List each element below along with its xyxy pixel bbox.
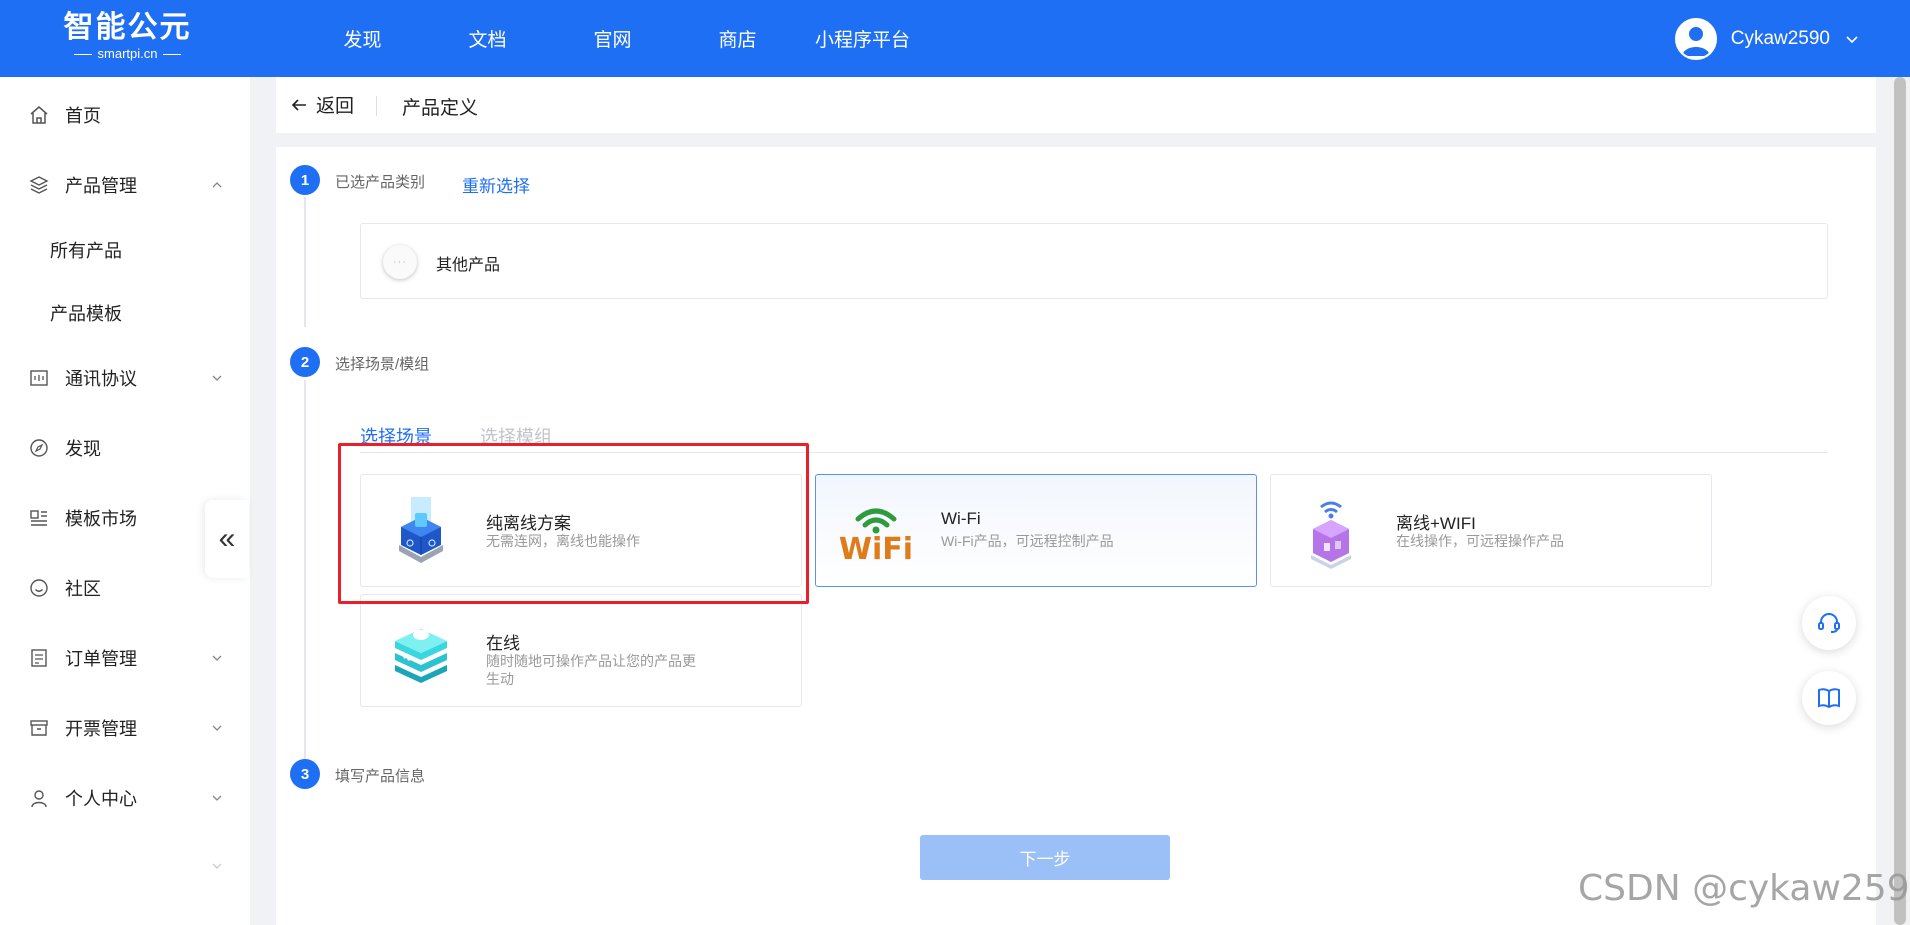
headset-icon (1818, 613, 1840, 633)
nav-docs[interactable]: 文档 (425, 0, 550, 77)
sidebar-subitem-product-templates[interactable]: 产品模板 (0, 290, 250, 336)
tab-select-module[interactable]: 选择模组 (480, 423, 552, 449)
arrow-left-icon (291, 98, 306, 111)
order-icon (28, 647, 50, 669)
sidebar-subitem-all-products[interactable]: 所有产品 (0, 227, 250, 273)
sidebar-item-label: 社区 (65, 579, 101, 599)
sidebar-item-label: 产品管理 (65, 176, 137, 196)
offline-wifi-house-icon (1311, 501, 1351, 569)
sidebar-item-product-management[interactable]: 产品管理 (0, 160, 250, 210)
reselect-link[interactable]: 重新选择 (462, 172, 530, 197)
breadcrumb-divider (376, 96, 377, 116)
logo-domain: smartpi.cn (97, 46, 158, 61)
sidebar-item-label: 订单管理 (65, 649, 137, 669)
sidebar-item-label: 首页 (65, 106, 101, 126)
sidebar-item-label: 开票管理 (65, 719, 137, 739)
customer-service-button[interactable] (1802, 596, 1856, 650)
book-icon (1818, 688, 1840, 709)
scene-description: Wi-Fi产品，可远程控制产品 (941, 533, 1114, 549)
scene-title: Wi-Fi (941, 509, 981, 528)
template-icon (28, 507, 50, 529)
scene-title: 纯离线方案 (486, 514, 571, 533)
online-stack-icon (395, 629, 447, 683)
selected-category-name: 其他产品 (436, 257, 501, 274)
sidebar-item-orders[interactable]: 订单管理 (0, 633, 250, 683)
product-definition-panel: 1 已选产品类别 重新选择 ··· 其他产品 2 选择场景/模组 选择场景 选择… (276, 147, 1876, 925)
nav-official-site[interactable]: 官网 (550, 0, 675, 77)
protocol-icon (28, 367, 50, 389)
breadcrumb: 返回 产品定义 (276, 77, 1876, 133)
sidebar-item-label: 个人中心 (65, 789, 137, 809)
step-1-label: 已选产品类别 (335, 174, 426, 191)
brand-logo[interactable]: 智能公元 smartpi.cn (60, 10, 195, 66)
docs-button[interactable] (1802, 671, 1856, 725)
step-connector (304, 380, 306, 775)
sidebar-item-protocol[interactable]: 通讯协议 (0, 353, 250, 403)
user-menu[interactable]: Cykaw2590 (1674, 17, 1860, 61)
scene-description: 无需连网，离线也能操作 (486, 533, 640, 549)
scene-card-online[interactable]: 在线 随时随地可操作产品让您的产品更生动 (360, 594, 802, 707)
step-2-label: 选择场景/模组 (335, 356, 430, 373)
scene-card-offline[interactable]: 纯离线方案 无需连网，离线也能操作 (360, 474, 802, 587)
user-name: Cykaw2590 (1730, 28, 1830, 49)
chevron-down-icon (1846, 36, 1858, 44)
sidebar-item-label: 发现 (65, 439, 101, 459)
sidebar-collapse-button[interactable]: « (205, 500, 249, 578)
csdn-watermark: CSDN @cykaw2590 (1578, 868, 1910, 909)
nav-miniprogram[interactable]: 小程序平台 (800, 0, 925, 77)
selected-category-card: ··· 其他产品 (360, 223, 1828, 299)
step-2-number: 2 (290, 347, 320, 377)
step-1-number: 1 (290, 165, 320, 195)
sidebar-item-personal-center[interactable]: 个人中心 (0, 773, 250, 823)
nav-store[interactable]: 商店 (675, 0, 800, 77)
sidebar-item-discover[interactable]: 发现 (0, 423, 250, 473)
offline-chip-icon (399, 497, 443, 563)
chevron-down-icon (212, 655, 222, 661)
scene-module-tabs: 选择场景 选择模组 (360, 417, 1828, 453)
layers-icon (28, 174, 50, 196)
step-3-number: 3 (290, 759, 320, 789)
scene-title: 离线+WIFI (1396, 514, 1476, 533)
step-connector (304, 197, 306, 327)
scene-title: 在线 (486, 634, 520, 653)
logo-subtitle: smartpi.cn (60, 46, 195, 62)
sidebar-subitem-label: 所有产品 (50, 241, 122, 261)
invoice-icon (28, 717, 50, 739)
page-scrollbar[interactable] (1890, 77, 1910, 925)
sidebar-item-home[interactable]: 首页 (0, 90, 250, 140)
back-button[interactable]: 返回 (290, 91, 354, 118)
sidebar-item-label: 通讯协议 (65, 369, 137, 389)
next-step-button[interactable]: 下一步 (920, 835, 1170, 880)
scene-description: 在线操作，可远程操作产品 (1396, 533, 1564, 549)
sidebar-item-label: 模板市场 (65, 509, 137, 529)
chevron-up-icon (212, 182, 222, 188)
home-icon (28, 104, 50, 126)
scrollbar-thumb[interactable] (1894, 77, 1906, 925)
chevron-down-icon (212, 795, 222, 801)
page-title: 产品定义 (402, 98, 479, 119)
more-dots-icon: ··· (383, 245, 417, 279)
logo-text: 智能公元 (63, 10, 192, 45)
svg-text:WiFi: WiFi (839, 532, 913, 567)
top-nav: 发现 文档 官网 商店 小程序平台 (300, 0, 925, 77)
user-icon (28, 787, 50, 809)
chevron-down-icon (212, 725, 222, 731)
compass-icon (28, 437, 50, 459)
smile-icon (28, 577, 50, 599)
user-avatar-icon (1674, 18, 1717, 60)
sidebar-subitem-label: 产品模板 (50, 304, 122, 324)
scene-description: 随时随地可操作产品让您的产品更生动 (486, 653, 696, 687)
nav-discover[interactable]: 发现 (300, 0, 425, 77)
back-label: 返回 (316, 96, 355, 117)
scene-card-wifi[interactable]: WiFi Wi-Fi Wi-Fi产品，可远程控制产品 (815, 474, 1257, 587)
chevron-down-icon (212, 863, 222, 869)
tab-select-scene[interactable]: 选择场景 (360, 423, 432, 449)
wifi-logo-icon: WiFi (839, 508, 913, 567)
top-bar: 智能公元 smartpi.cn 发现 文档 官网 商店 小程序平台 Cykaw2… (0, 0, 1910, 77)
sidebar-item-invoices[interactable]: 开票管理 (0, 703, 250, 753)
chevron-down-icon (212, 375, 222, 381)
scene-card-offline-wifi[interactable]: 离线+WIFI 在线操作，可远程操作产品 (1270, 474, 1712, 587)
step-3-label: 填写产品信息 (335, 768, 426, 785)
